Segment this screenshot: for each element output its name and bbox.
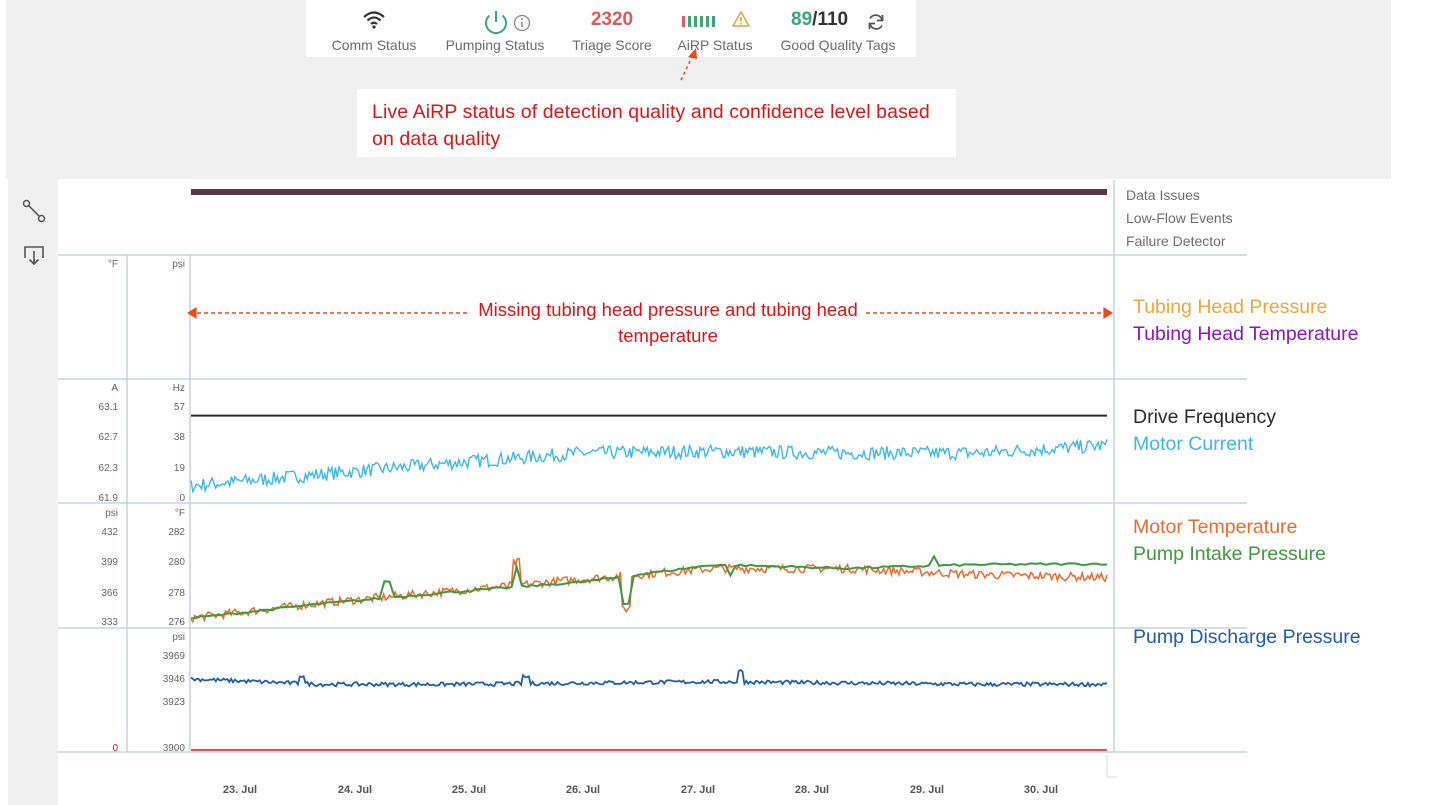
legend-tubing-head-temperature[interactable]: Tubing Head Temperature xyxy=(1133,323,1358,346)
axis-tick-label: 63.1 xyxy=(99,402,119,413)
series-lines xyxy=(190,414,1108,751)
event-label-failure-detector[interactable]: Failure Detector xyxy=(1126,233,1226,249)
axis-tick-label: 0 xyxy=(179,493,185,504)
series-motor-current xyxy=(190,438,1108,494)
axis-tick-label: 19 xyxy=(174,463,186,474)
axis-unit-label: psi xyxy=(172,259,185,270)
legend-motor-temperature[interactable]: Motor Temperature xyxy=(1133,516,1297,539)
axis-tick-label: 278 xyxy=(168,588,185,599)
legend-pump-discharge-pressure[interactable]: Pump Discharge Pressure xyxy=(1133,626,1361,649)
arrow-head xyxy=(688,48,697,59)
legend-pump-intake-pressure[interactable]: Pump Intake Pressure xyxy=(1133,543,1326,566)
legend-tubing-head-pressure[interactable]: Tubing Head Pressure xyxy=(1133,296,1327,319)
event-label-data-issues[interactable]: Data Issues xyxy=(1126,187,1200,203)
axis-unit-label: °F xyxy=(108,259,118,270)
axis-unit-label: °F xyxy=(175,508,185,519)
arrow-head xyxy=(187,307,197,319)
legend-drive-frequency[interactable]: Drive Frequency xyxy=(1133,406,1276,429)
axis-tick-label: 333 xyxy=(101,617,118,628)
x-tick-label: 29. Jul xyxy=(910,784,944,796)
x-tick-label: 24. Jul xyxy=(338,784,372,796)
event-label-low-flow[interactable]: Low-Flow Events xyxy=(1126,210,1233,226)
x-tick-label: 27. Jul xyxy=(681,784,715,796)
axis-tick-label: 61.9 xyxy=(99,493,119,504)
missing-data-annotation: Missing tubing head pressure and tubing … xyxy=(478,299,858,346)
axis-tick-label: 399 xyxy=(101,557,118,568)
axis-tick-label: 0 xyxy=(112,743,118,754)
axis-unit-label: psi xyxy=(172,632,185,643)
axis-tick-label: 38 xyxy=(174,432,186,443)
x-tick-label: 25. Jul xyxy=(452,784,486,796)
axis-tick-label: 366 xyxy=(101,588,118,599)
legend-motor-current[interactable]: Motor Current xyxy=(1133,433,1253,456)
chart-canvas[interactable]: °F psi A 63.1 62.7 62.3 61.9 Hz 57 38 19 0 psi 432 399… xyxy=(0,0,1441,805)
x-tick-label: 23. Jul xyxy=(223,784,257,796)
axis-tick-label: 62.7 xyxy=(99,432,119,443)
axis-tick-label: 280 xyxy=(168,557,185,568)
axis-tick-label: 3900 xyxy=(163,743,186,754)
axis-tick-label: 3946 xyxy=(163,674,186,685)
axis-tick-label: 282 xyxy=(168,527,185,538)
arrow-head xyxy=(1103,307,1113,319)
series-pump-intake-pressure xyxy=(190,554,1108,620)
dashed-arrow-airp xyxy=(680,56,693,81)
x-tick-label: 26. Jul xyxy=(566,784,600,796)
axis-tick-label: 57 xyxy=(174,402,186,413)
series-pump-discharge-pressure xyxy=(190,668,1108,688)
axis-unit-label: A xyxy=(111,383,118,394)
axis-tick-label: 3923 xyxy=(163,697,186,708)
axis-tick-label: 3969 xyxy=(163,651,186,662)
axis-tick-label: 276 xyxy=(168,617,185,628)
x-tick-label: 28. Jul xyxy=(795,784,829,796)
axis-unit-label: psi xyxy=(105,508,118,519)
series-motor-temperature xyxy=(190,557,1108,624)
axis-unit-label: Hz xyxy=(173,383,185,394)
axis-tick-label: 432 xyxy=(101,527,118,538)
x-tick-label: 30. Jul xyxy=(1024,784,1058,796)
annotations xyxy=(187,48,1113,319)
axis-tick-label: 62.3 xyxy=(99,463,119,474)
